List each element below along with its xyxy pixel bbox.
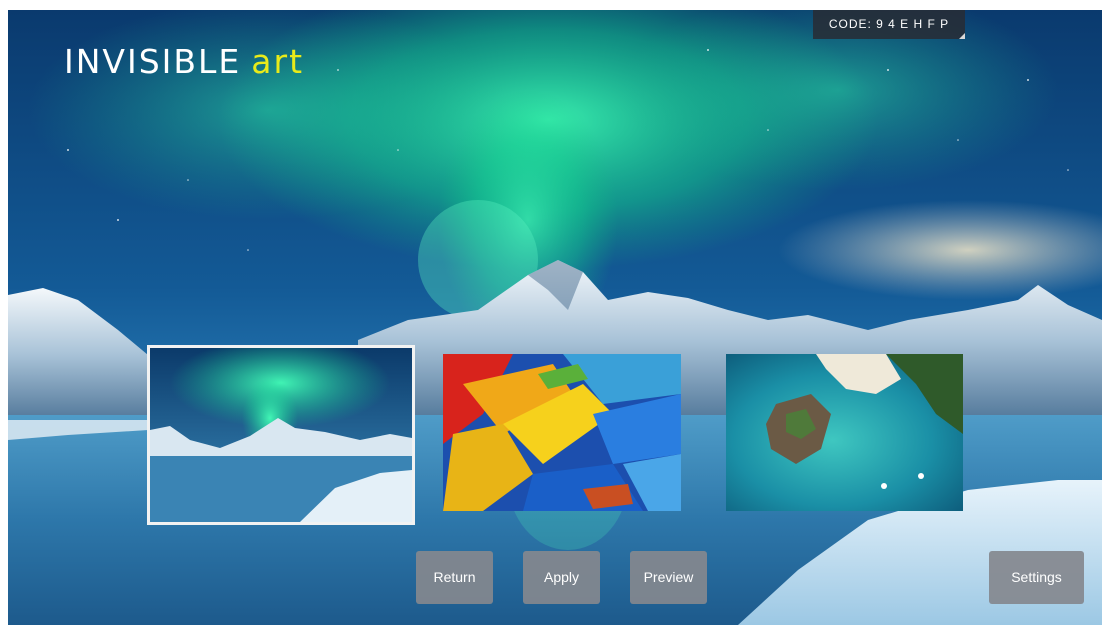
island-thumbnail-image	[726, 354, 963, 511]
thumbnail-island[interactable]	[726, 354, 963, 511]
invisible-art-logo: INVISIBLE art	[64, 42, 304, 81]
logo-word-invisible: INVISIBLE	[64, 42, 242, 81]
badge-corner-marker	[959, 33, 965, 39]
pairing-code-text: CODE: 9 4 E H F P	[828, 17, 950, 31]
wallpaper-screen: INVISIBLE art CODE: 9 4 E H F P Return A…	[8, 10, 1102, 625]
thumbnail-feathers[interactable]	[443, 354, 681, 511]
background-landscape	[8, 10, 1102, 625]
feathers-thumbnail-image	[443, 354, 681, 511]
preview-button[interactable]: Preview	[630, 551, 707, 604]
apply-button[interactable]: Apply	[523, 551, 600, 604]
thumbnail-aurora[interactable]	[147, 345, 415, 525]
pairing-code-badge: CODE: 9 4 E H F P	[813, 10, 965, 39]
return-button[interactable]: Return	[416, 551, 493, 604]
settings-button[interactable]: Settings	[989, 551, 1084, 604]
aurora-thumbnail-image	[150, 348, 412, 522]
logo-word-art: art	[251, 42, 305, 81]
